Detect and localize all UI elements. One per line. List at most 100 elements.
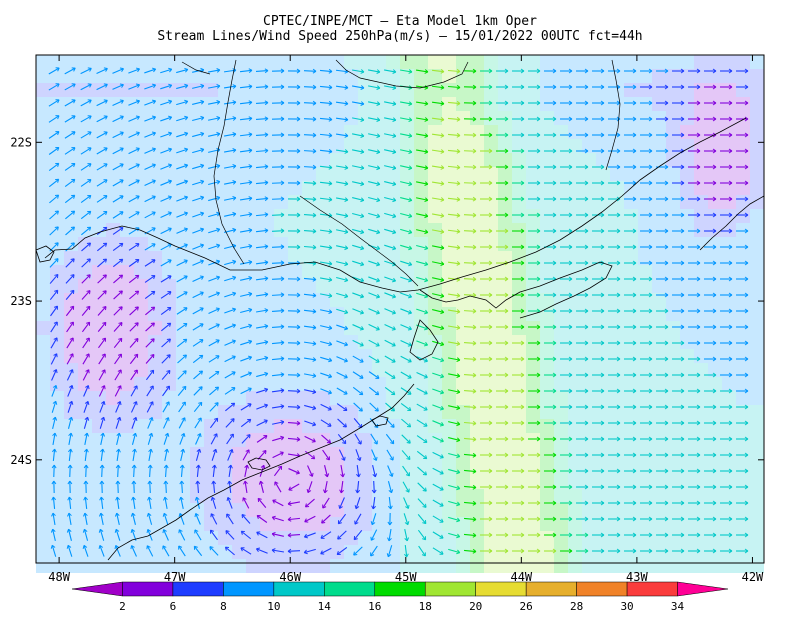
speed-cell xyxy=(288,279,302,293)
speed-cell xyxy=(568,167,582,181)
speed-cell xyxy=(106,377,120,391)
speed-cell xyxy=(666,153,680,167)
speed-cell xyxy=(610,153,624,167)
speed-cell xyxy=(36,181,50,195)
speed-cell xyxy=(288,391,302,405)
speed-cell xyxy=(414,307,428,321)
speed-cell xyxy=(92,447,106,461)
speed-cell xyxy=(120,559,134,573)
speed-cell xyxy=(610,321,624,335)
speed-cell xyxy=(736,223,750,237)
speed-cell xyxy=(330,125,344,139)
speed-cell xyxy=(36,265,50,279)
speed-cell xyxy=(246,377,260,391)
speed-cell xyxy=(568,307,582,321)
speed-cell xyxy=(36,447,50,461)
speed-cell xyxy=(260,489,274,503)
speed-cell xyxy=(120,419,134,433)
speed-cell xyxy=(162,447,176,461)
speed-cell xyxy=(638,167,652,181)
speed-cell xyxy=(442,83,456,97)
speed-cell xyxy=(232,433,246,447)
speed-cell xyxy=(414,83,428,97)
speed-cell xyxy=(470,419,484,433)
speed-cell xyxy=(428,265,442,279)
speed-cell xyxy=(708,307,722,321)
speed-cell xyxy=(162,55,176,69)
speed-cell xyxy=(344,503,358,517)
colorbar-swatch xyxy=(424,581,476,597)
speed-cell xyxy=(540,265,554,279)
speed-cell xyxy=(78,293,92,307)
speed-cell xyxy=(36,223,50,237)
speed-cell xyxy=(414,545,428,559)
speed-cell xyxy=(722,391,736,405)
speed-cell xyxy=(106,209,120,223)
speed-cell xyxy=(246,237,260,251)
speed-cell xyxy=(624,377,638,391)
speed-cell xyxy=(582,489,596,503)
colorbar-swatch xyxy=(576,581,628,597)
speed-cell xyxy=(666,167,680,181)
speed-cell xyxy=(526,167,540,181)
speed-cell xyxy=(50,475,64,489)
speed-cell xyxy=(736,349,750,363)
speed-cell xyxy=(750,447,764,461)
speed-cell xyxy=(246,475,260,489)
speed-cell xyxy=(204,447,218,461)
speed-cell xyxy=(484,83,498,97)
speed-cell xyxy=(736,545,750,559)
speed-cell xyxy=(344,195,358,209)
speed-cell xyxy=(246,349,260,363)
speed-cell xyxy=(92,517,106,531)
speed-cell xyxy=(64,489,78,503)
speed-cell xyxy=(246,391,260,405)
speed-cell xyxy=(330,531,344,545)
speed-cell xyxy=(666,377,680,391)
speed-cell xyxy=(624,503,638,517)
speed-cell xyxy=(568,391,582,405)
speed-cell xyxy=(218,419,232,433)
speed-cell xyxy=(624,111,638,125)
speed-cell xyxy=(162,335,176,349)
speed-cell xyxy=(680,167,694,181)
speed-cell xyxy=(204,307,218,321)
speed-cell xyxy=(596,349,610,363)
speed-cell xyxy=(582,307,596,321)
speed-cell xyxy=(736,125,750,139)
speed-cell xyxy=(428,517,442,531)
speed-cell xyxy=(232,545,246,559)
speed-cell xyxy=(386,293,400,307)
speed-cell xyxy=(624,321,638,335)
speed-cell xyxy=(582,125,596,139)
speed-cell xyxy=(750,335,764,349)
speed-cell xyxy=(582,559,596,573)
speed-cell xyxy=(736,167,750,181)
speed-cell xyxy=(218,265,232,279)
speed-cell xyxy=(610,265,624,279)
speed-cell xyxy=(442,489,456,503)
speed-cell xyxy=(148,377,162,391)
speed-cell xyxy=(484,237,498,251)
speed-cell xyxy=(456,531,470,545)
speed-cell xyxy=(736,265,750,279)
speed-cell xyxy=(274,391,288,405)
speed-cell xyxy=(176,167,190,181)
speed-cell xyxy=(246,97,260,111)
speed-cell xyxy=(148,265,162,279)
speed-cell xyxy=(498,111,512,125)
speed-cell xyxy=(36,307,50,321)
speed-cell xyxy=(428,405,442,419)
speed-cell xyxy=(148,321,162,335)
speed-cell xyxy=(750,209,764,223)
speed-cell xyxy=(246,223,260,237)
speed-cell xyxy=(694,153,708,167)
speed-cell xyxy=(106,559,120,573)
speed-cell xyxy=(540,503,554,517)
speed-cell xyxy=(106,307,120,321)
speed-cell xyxy=(610,377,624,391)
speed-cell xyxy=(246,265,260,279)
speed-cell xyxy=(484,307,498,321)
speed-cell xyxy=(92,293,106,307)
speed-cell xyxy=(358,237,372,251)
